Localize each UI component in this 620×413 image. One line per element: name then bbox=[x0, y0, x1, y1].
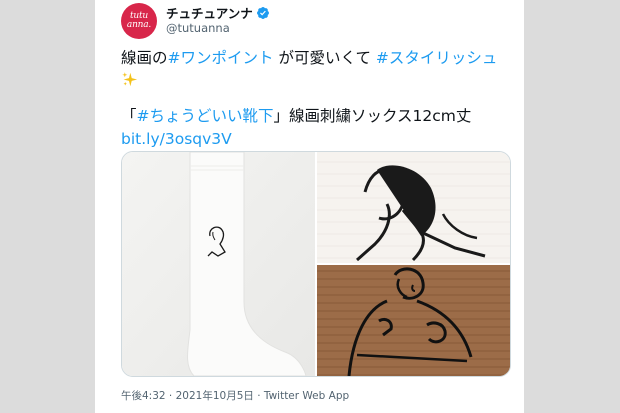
user-handle[interactable]: @tutuanna bbox=[166, 21, 230, 35]
brown-sock-illustration bbox=[317, 265, 510, 376]
tweet-line-4: bit.ly/3osqv3V bbox=[121, 128, 513, 151]
text-segment: 線画の bbox=[121, 49, 168, 67]
display-name-row[interactable]: チュチュアンナ bbox=[166, 3, 270, 22]
tweet-line-3: 「#ちょうどいい靴下」線画刺繍ソックス12cm丈 bbox=[121, 105, 513, 128]
tweet-line-2 bbox=[121, 70, 513, 93]
tweet-card: tutu anna. チュチュアンナ @tutuanna 線画の#ワンポイント … bbox=[95, 0, 524, 413]
hashtag-link[interactable]: #スタイリッシュ bbox=[376, 49, 498, 67]
hashtag-link[interactable]: #ワンポイント bbox=[168, 49, 274, 67]
tweet-time[interactable]: 午後4:32 bbox=[121, 390, 166, 402]
display-name[interactable]: チュチュアンナ bbox=[166, 3, 253, 22]
sock-photo-illustration bbox=[122, 152, 315, 376]
media-photo-embroidery-closeup[interactable] bbox=[317, 152, 510, 263]
tweet-date[interactable]: 2021年10月5日 bbox=[176, 390, 254, 402]
sparkles-emoji-icon bbox=[122, 72, 138, 87]
hashtag-link[interactable]: #ちょうどいい靴下 bbox=[137, 107, 274, 125]
tweet-text: 線画の#ワンポイント が可愛いくて #スタイリッシュ 「#ちょうどいい靴下」線画… bbox=[121, 47, 513, 151]
tweet-meta: 午後4:32 · 2021年10月5日 · Twitter Web App bbox=[121, 388, 349, 403]
tweet-line-1: 線画の#ワンポイント が可愛いくて #スタイリッシュ bbox=[121, 47, 513, 70]
meta-separator: · bbox=[165, 390, 176, 402]
avatar-text: tutu anna. bbox=[126, 11, 152, 30]
media-photo-sock[interactable] bbox=[122, 152, 315, 376]
verified-badge-icon bbox=[256, 6, 269, 19]
media-photo-brown-sock[interactable] bbox=[317, 265, 510, 376]
meta-separator: · bbox=[253, 390, 264, 402]
avatar[interactable]: tutu anna. bbox=[121, 3, 157, 39]
tweet-source[interactable]: Twitter Web App bbox=[264, 390, 349, 402]
embroidery-closeup-illustration bbox=[317, 152, 510, 263]
text-segment: 」線画刺繍ソックス12cm丈 bbox=[273, 107, 472, 125]
media-grid bbox=[121, 151, 511, 377]
text-segment: 「 bbox=[121, 107, 137, 125]
text-segment: が可愛いくて bbox=[273, 49, 376, 67]
short-link[interactable]: bit.ly/3osqv3V bbox=[121, 130, 232, 148]
